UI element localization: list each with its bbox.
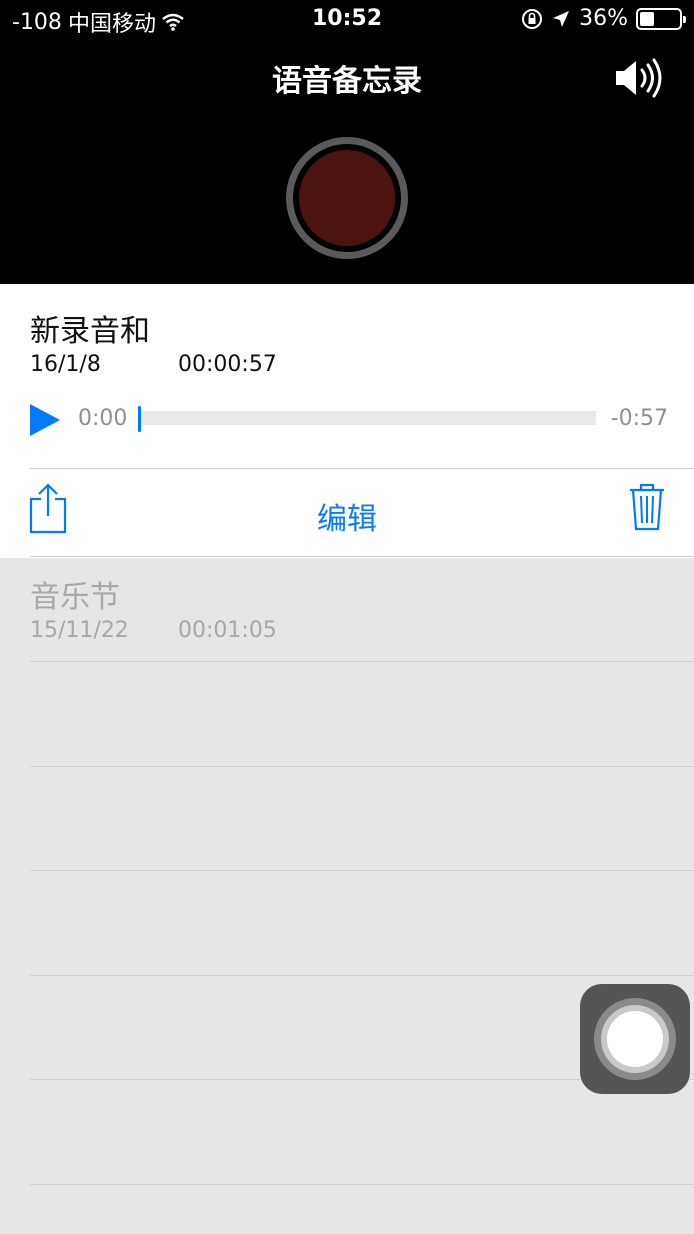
play-icon[interactable] (30, 404, 60, 436)
share-icon[interactable] (28, 482, 68, 534)
list-item-title: 音乐节 (30, 580, 120, 615)
header-area: -108 中国移动 10:52 36% 语音备忘录 (0, 0, 694, 284)
assistive-touch-button[interactable] (580, 984, 690, 1094)
page-title: 语音备忘录 (272, 64, 422, 99)
assistive-touch-ring (594, 998, 676, 1080)
battery-percent: 36% (579, 6, 628, 31)
status-bar: -108 中国移动 10:52 36% (0, 0, 694, 40)
recording-date: 16/1/8 (30, 352, 101, 377)
row-divider (30, 661, 694, 662)
recording-duration: 00:00:57 (178, 352, 277, 377)
edit-button[interactable]: 编辑 (317, 502, 377, 537)
divider (30, 556, 694, 557)
row-divider (30, 975, 694, 976)
record-button-icon (299, 150, 395, 246)
row-divider (30, 1184, 694, 1185)
row-divider (30, 766, 694, 767)
list-item-duration: 00:01:05 (178, 618, 277, 643)
assistive-touch-ring-inner (601, 1005, 669, 1073)
location-arrow-icon (553, 10, 570, 27)
assistive-touch-icon (607, 1011, 663, 1067)
scrubber-playhead[interactable] (138, 406, 141, 432)
speaker-icon[interactable] (612, 56, 666, 100)
recording-title: 新录音和 (30, 314, 150, 349)
list-item-date: 15/11/22 (30, 618, 129, 643)
edit-button-row: 编辑 (0, 494, 694, 538)
rotation-lock-icon (522, 8, 543, 29)
divider (30, 468, 694, 469)
elapsed-time: 0:00 (78, 406, 128, 431)
remaining-time: -0:57 (610, 406, 668, 431)
row-divider (30, 870, 694, 871)
record-button-ring (293, 144, 401, 252)
status-right: 36% (521, 6, 686, 31)
battery-fill (640, 11, 654, 26)
record-button[interactable] (286, 137, 408, 259)
trash-icon[interactable] (628, 482, 666, 532)
selected-recording-card[interactable]: 新录音和 16/1/8 00:00:57 0:00 -0:57 编辑 (0, 284, 694, 558)
playback-scrubber[interactable] (140, 411, 596, 425)
battery-icon (636, 7, 686, 30)
list-item[interactable]: 音乐节 15/11/22 00:01:05 (0, 558, 694, 662)
